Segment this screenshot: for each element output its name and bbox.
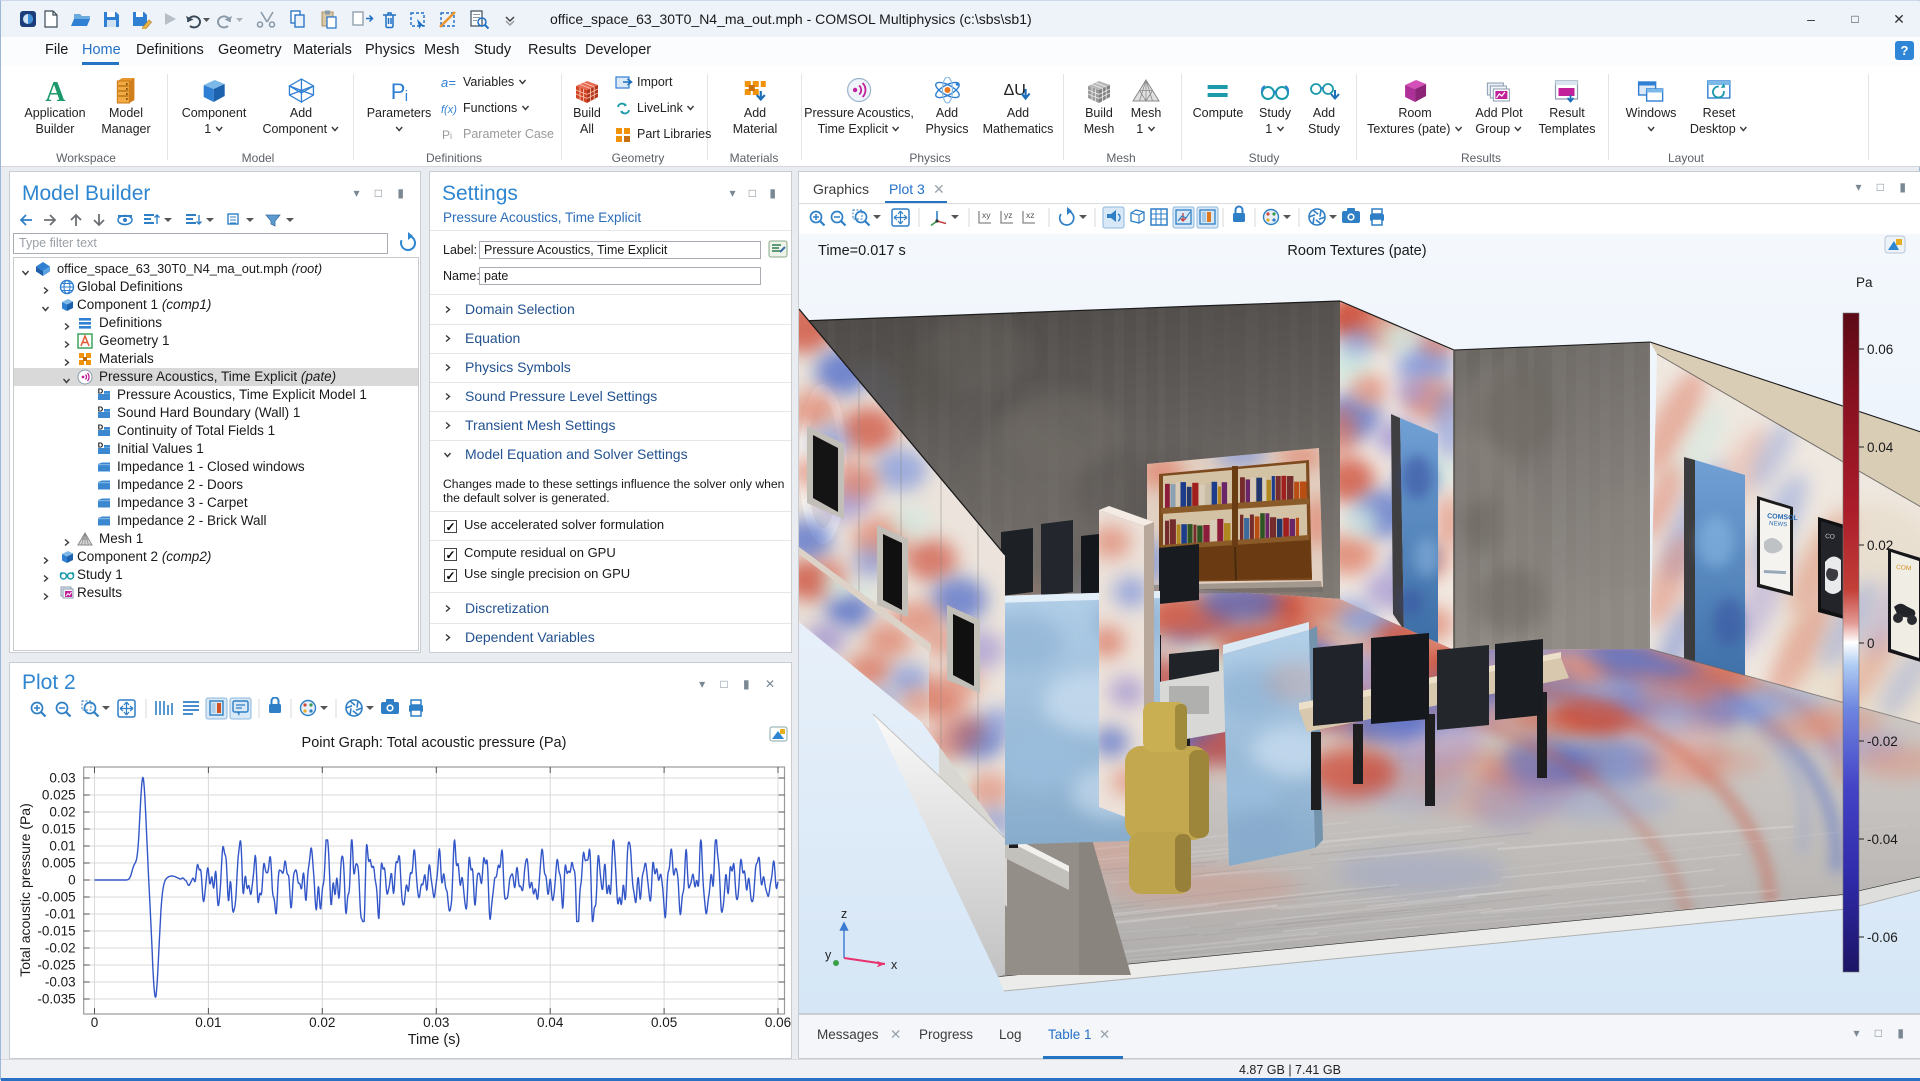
svg-text:i: i (405, 88, 408, 104)
svg-text:Point Graph: Total acoustic pr: Point Graph: Total acoustic pressure (Pa… (302, 735, 567, 751)
svg-text:Pa: Pa (1856, 275, 1873, 290)
svg-text:A: A (45, 77, 66, 104)
svg-text:f(x): f(x) (441, 104, 457, 116)
svg-text:D: D (98, 441, 104, 450)
svg-text:0.01: 0.01 (49, 839, 75, 854)
svg-text:-0.02: -0.02 (45, 941, 76, 956)
svg-text:0.025: 0.025 (42, 788, 76, 803)
svg-text:yz: yz (1004, 210, 1013, 220)
svg-text:0.02: 0.02 (1867, 538, 1893, 553)
svg-text:ΔU: ΔU (1004, 82, 1026, 99)
svg-text:Time (s): Time (s) (408, 1032, 461, 1048)
svg-text:-0.005: -0.005 (37, 890, 75, 905)
svg-text:xz: xz (1026, 210, 1035, 220)
svg-text:Total acoustic pressure (Pa): Total acoustic pressure (Pa) (17, 803, 33, 977)
svg-text:Pi: Pi (442, 128, 452, 142)
svg-text:D: D (98, 405, 104, 414)
svg-text:0.06: 0.06 (1867, 342, 1893, 357)
svg-text:D: D (98, 387, 104, 396)
svg-text:0: 0 (68, 873, 76, 888)
svg-text:0.06: 0.06 (765, 1015, 791, 1030)
svg-text:Time=0.017 s: Time=0.017 s (818, 243, 906, 259)
svg-text:-0.01: -0.01 (45, 907, 76, 922)
svg-text:COM: COM (1896, 564, 1912, 572)
svg-text:0.02: 0.02 (309, 1015, 335, 1030)
svg-text:0.01: 0.01 (195, 1015, 221, 1030)
svg-text:0.05: 0.05 (651, 1015, 677, 1030)
svg-text:0.04: 0.04 (537, 1015, 564, 1030)
svg-text:P: P (391, 79, 406, 104)
svg-text:xy: xy (982, 210, 991, 220)
svg-text:0: 0 (1867, 636, 1875, 651)
svg-text:0.03: 0.03 (423, 1015, 449, 1030)
svg-text:NEWS: NEWS (1769, 521, 1787, 528)
svg-text:0: 0 (91, 1015, 99, 1030)
svg-text:y: y (825, 948, 832, 962)
svg-text:-0.04: -0.04 (1867, 832, 1898, 847)
svg-text:-0.03: -0.03 (45, 975, 76, 990)
svg-text:0.02: 0.02 (49, 805, 75, 820)
svg-text:0.03: 0.03 (49, 771, 75, 786)
svg-text:x: x (891, 958, 898, 972)
svg-text:0.005: 0.005 (42, 856, 76, 871)
svg-text:0.015: 0.015 (42, 822, 76, 837)
svg-text:-0.025: -0.025 (37, 958, 75, 973)
svg-text:CO: CO (1825, 533, 1835, 541)
svg-text:0.04: 0.04 (1867, 440, 1894, 455)
svg-text:a=: a= (441, 75, 456, 90)
svg-text:D: D (98, 423, 104, 432)
svg-text:-0.02: -0.02 (1867, 734, 1898, 749)
svg-text:-0.015: -0.015 (37, 924, 75, 939)
svg-text:Room Textures (pate): Room Textures (pate) (1287, 243, 1426, 259)
svg-text:z: z (841, 907, 847, 921)
svg-text:-0.035: -0.035 (37, 992, 75, 1007)
svg-text:-0.06: -0.06 (1867, 930, 1898, 945)
